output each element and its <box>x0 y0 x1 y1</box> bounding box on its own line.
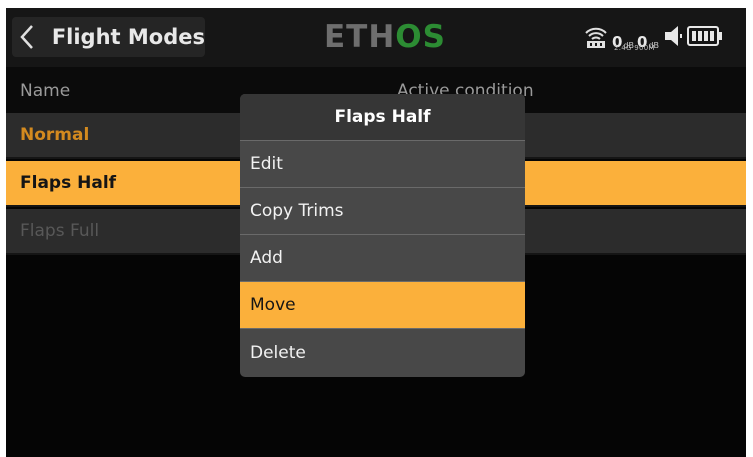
brand-logo: ETH OS <box>324 19 446 55</box>
rssi-bands-label: 2.4G 900M <box>614 44 655 52</box>
back-arrow-icon <box>20 22 42 52</box>
header-bar: Flight Modes ETH OS 0 dB 0 dB 2.4G 900M <box>6 8 746 67</box>
page-title: Flight Modes <box>51 25 205 49</box>
battery-icon <box>687 25 723 51</box>
flight-mode-name: Normal <box>20 125 90 145</box>
radio-screen: Flight Modes ETH OS 0 dB 0 dB 2.4G 900M … <box>6 8 746 457</box>
rssi-readout: 0 dB 0 dB 2.4G 900M <box>612 26 659 53</box>
context-menu: Flaps Half Edit Copy Trims Add Move Dele… <box>240 94 525 377</box>
flight-mode-name: Flaps Half <box>20 173 117 193</box>
status-area: 0 dB 0 dB 2.4G 900M <box>584 24 744 53</box>
menu-item-edit[interactable]: Edit <box>240 141 525 188</box>
menu-item-add[interactable]: Add <box>240 235 525 282</box>
volume-icon <box>663 25 683 51</box>
back-button[interactable]: Flight Modes <box>12 17 205 57</box>
menu-item-copy-trims[interactable]: Copy Trims <box>240 188 525 235</box>
flight-mode-name: Flaps Full <box>20 221 100 241</box>
context-menu-title: Flaps Half <box>240 94 525 141</box>
column-name: Name <box>20 81 71 101</box>
menu-item-move[interactable]: Move <box>240 282 525 329</box>
wifi-signal-icon <box>584 24 608 52</box>
menu-item-delete[interactable]: Delete <box>240 329 525 376</box>
